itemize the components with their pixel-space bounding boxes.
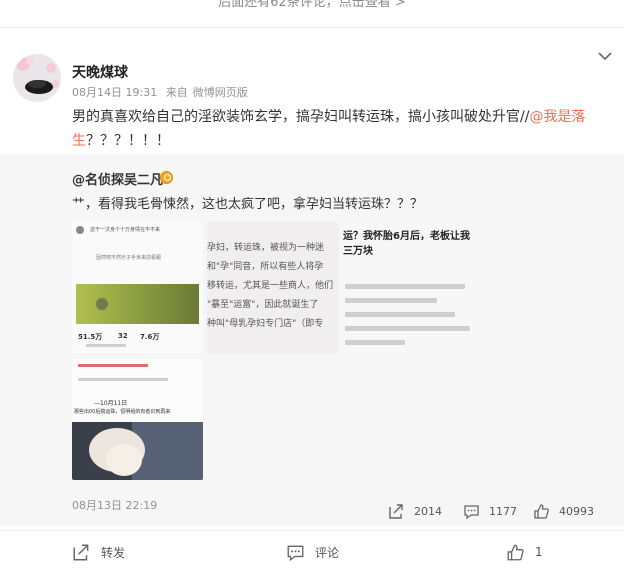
post-source: 微博网页版 (192, 86, 248, 99)
repost-time[interactable]: 08月13日 22:19 (72, 497, 157, 513)
like-count: 1 (535, 545, 543, 559)
thumb-3-text-line (345, 326, 470, 331)
repost-image-3[interactable]: 运？我怀胎6月后，老板让我 三万块 (343, 222, 475, 353)
comment-icon (287, 545, 304, 561)
repost-username[interactable]: @名侦探吴二凡 (72, 169, 163, 188)
comment-button[interactable]: 评论 (286, 541, 339, 563)
repost-text: 艹，看得我毛骨悚然，这也太疯了吧，拿孕妇当转运珠？？？ (72, 197, 424, 212)
share-icon (73, 544, 89, 560)
thumb-2-line-3: 移转运，尤其是一些商人，他们 (207, 281, 334, 291)
repost-like-count: 40993 (559, 504, 594, 518)
post-username[interactable]: 天晚煤球 (72, 62, 128, 82)
verified-badge-icon (160, 171, 173, 184)
thumb-3-text-line (345, 284, 465, 289)
comment-label: 评论 (315, 545, 340, 560)
repost-image-1[interactable]: 这干一汶身个十万身情在不不来 因然吧不然乐子手米来前看跟 51.5万 32 7.… (72, 222, 203, 353)
thumb-4-red-line (78, 364, 148, 367)
repost-share-stat[interactable]: 2014 (388, 502, 442, 520)
share-button[interactable]: 转发 (72, 541, 125, 563)
post-text-tail: ？？？！！！ (86, 133, 170, 149)
thumb-3-line-1: 运？我怀胎6月后，老板让我 (343, 231, 470, 242)
thumb-1-line-1: 这干一汶身个十万身情在不不来 (90, 227, 161, 233)
thumb-1-stat-2: 32 (118, 332, 128, 340)
more-comments-link[interactable]: 后面还有62条评论，点击查看 > (0, 0, 624, 22)
repost-image-4[interactable]: —10月11日 那些出00后搞运珠，恒明组的有者识到再来 (72, 358, 203, 480)
repost-comment-count: 1177 (489, 504, 517, 518)
thumb-4-text-line (78, 378, 168, 381)
chevron-down-icon[interactable] (596, 48, 614, 62)
thumb-4-line-2: 那些出00后搞运珠，恒明组的有者识到再来 (74, 409, 171, 415)
thumb-2-line-2: 和"孕"同音，所以有些人将孕 (207, 262, 324, 272)
like-button[interactable]: 1 (506, 541, 543, 563)
avatar[interactable] (13, 54, 61, 102)
repost-share-count: 2014 (414, 504, 442, 518)
share-label: 转发 (101, 545, 126, 560)
avatar-image (13, 54, 61, 102)
more-comments-label: 后面还有62条评论，点击查看 > (218, 0, 406, 10)
thumb-1-stat-1: 51.5万 (78, 333, 103, 341)
thumb-3-text-line (345, 298, 437, 303)
divider (0, 27, 624, 28)
thumb-1-stat-3: 7.6万 (140, 333, 160, 341)
thumb-4-line-1: —10月11日 (94, 400, 128, 407)
post-text-body: 男的真喜欢给自己的淫欲装饰玄学，搞孕妇叫转运珠，搞小孩叫破处升官// (72, 109, 530, 125)
comment-icon (464, 504, 479, 519)
post-time[interactable]: 08月14日 19:31 (72, 86, 157, 99)
repost-like-stat[interactable]: 40993 (533, 502, 594, 520)
thumb-2-line-4: "暴至"运富"，因此就诞生了 (207, 300, 319, 310)
thumb-2-line-5: 种叫"母乳孕妇专门店"（即专 (207, 319, 324, 329)
post-source-prefix: 来自 (165, 86, 188, 99)
like-icon (534, 503, 549, 519)
share-icon (389, 503, 403, 519)
thumb-3-text-line (345, 312, 455, 317)
thumb-3-text-line (345, 340, 405, 345)
thumb-2-line-1: 孕妇，转运珠，被视为一种迷 (207, 243, 325, 253)
thumb-4-photo (72, 422, 203, 480)
repost-image-2[interactable]: 孕妇，转运珠，被视为一种迷 和"孕"同音，所以有些人将孕 移转运，尤其是一些商人… (207, 222, 339, 353)
thumb-3-line-2: 三万块 (343, 246, 373, 257)
post-text: 男的真喜欢给自己的淫欲装饰玄学，搞孕妇叫转运珠，搞小孩叫破处升官//@我是落生？… (72, 105, 612, 153)
post-meta: 08月14日 19:31 来自 微博网页版 (72, 84, 253, 100)
repost-comment-stat[interactable]: 1177 (463, 502, 517, 520)
like-icon (507, 544, 524, 560)
thumb-1-line-2: 因然吧不然乐子手米来前看跟 (96, 255, 162, 261)
thumb-1-text-line (86, 344, 126, 347)
